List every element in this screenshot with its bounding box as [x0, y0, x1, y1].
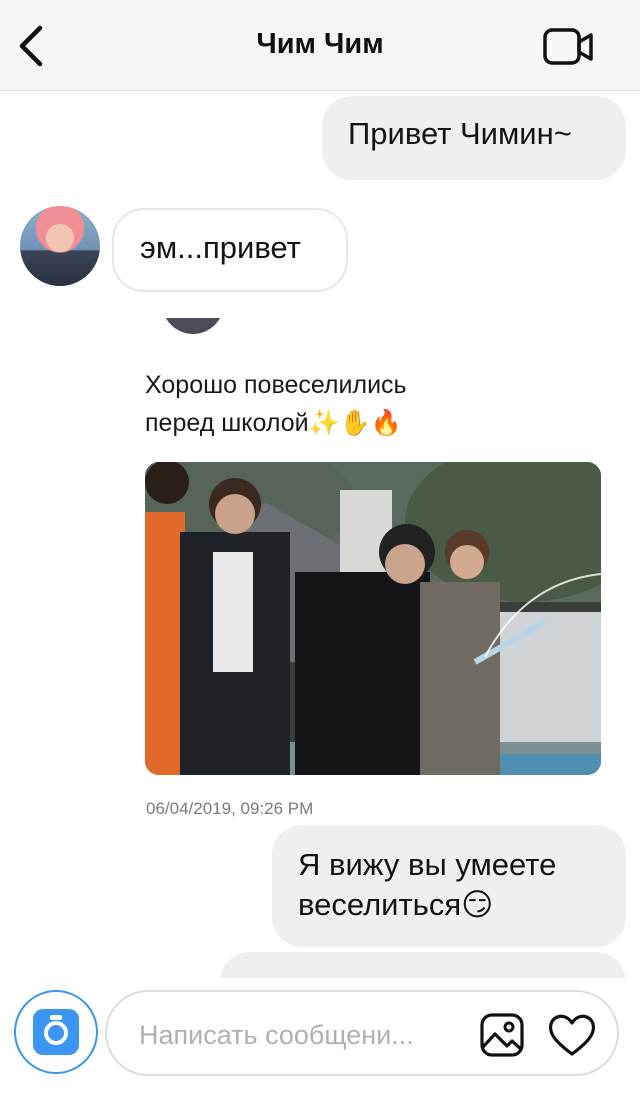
message-text: эм...привет: [140, 230, 301, 265]
message-composer: [0, 978, 640, 1098]
camera-button[interactable]: [14, 990, 98, 1074]
camera-icon: [44, 1015, 68, 1045]
like-button[interactable]: [547, 1012, 597, 1058]
post-caption-line: перед школой✨✋🔥: [145, 409, 402, 437]
message-text: Привет Чимин~: [348, 116, 572, 151]
outgoing-message[interactable]: Привет Чимин~: [322, 96, 626, 180]
message-text: Я вижу вы умеете: [298, 847, 557, 882]
image-icon: [480, 1013, 524, 1057]
post-photo[interactable]: [145, 462, 601, 775]
video-call-button[interactable]: [542, 26, 596, 68]
contact-avatar[interactable]: [20, 206, 100, 286]
gallery-button[interactable]: [479, 1012, 525, 1058]
post-author-avatar[interactable]: [162, 318, 224, 334]
heart-icon: [548, 1014, 596, 1056]
video-camera-icon: [543, 28, 593, 65]
post-caption-line: Хорошо повеселились: [145, 371, 407, 399]
message-timestamp: 06/04/2019, 09:26 PM: [146, 799, 314, 818]
message-input-box[interactable]: [105, 990, 619, 1076]
post-caption: Хорошо повеселились перед школой✨✋🔥: [145, 366, 407, 442]
camera-icon-bg: [33, 1009, 79, 1055]
chat-header: Чим Чим: [0, 0, 640, 91]
message-text: веселиться😏: [298, 887, 494, 922]
incoming-message[interactable]: эм...привет: [112, 208, 348, 292]
post-photo-image: [145, 462, 601, 775]
outgoing-message[interactable]: Я вижу вы умеете веселиться😏: [272, 825, 626, 947]
message-input[interactable]: [137, 1016, 471, 1054]
